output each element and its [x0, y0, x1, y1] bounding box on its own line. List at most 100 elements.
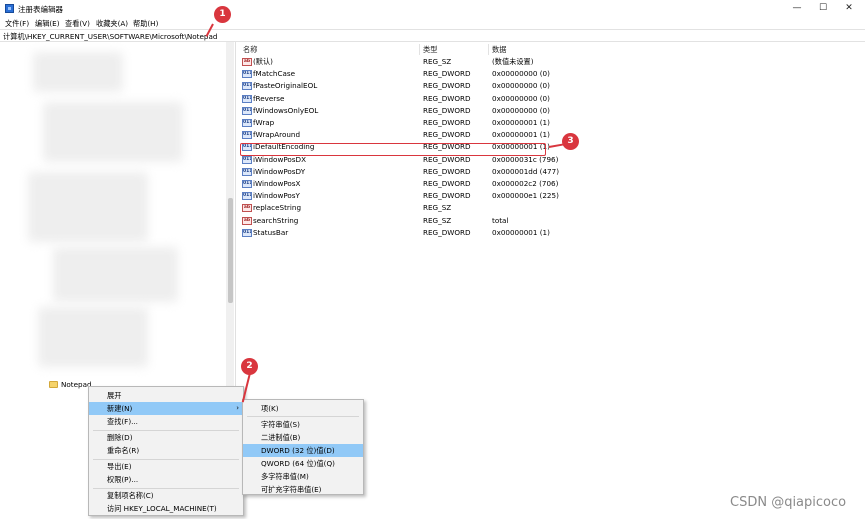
dword-value-icon: 011: [242, 131, 252, 140]
value-data: 0x000001dd (477): [492, 166, 560, 176]
table-row[interactable]: ab searchString REG_SZ total: [239, 215, 659, 227]
watermark: CSDN @qiapicoco: [730, 495, 847, 510]
ctx-permissions[interactable]: 权限(P)...: [89, 473, 243, 486]
ctx-copy-key-name[interactable]: 复制项名称(C): [89, 489, 243, 502]
value-data: 0x000000e1 (225): [492, 191, 559, 201]
column-header-data[interactable]: 数据: [492, 45, 506, 55]
blurred-region: [33, 52, 123, 92]
value-type: REG_DWORD: [423, 81, 471, 91]
dword-value-icon: 011: [242, 70, 252, 79]
column-header-type[interactable]: 类型: [423, 45, 437, 55]
menu-favorites[interactable]: 收藏夹(A): [96, 19, 128, 29]
table-row[interactable]: 011 iWindowPosX REG_DWORD 0x000002c2 (706): [239, 178, 659, 190]
value-data: 0x00000001 (1): [492, 130, 550, 140]
value-type: REG_DWORD: [423, 130, 471, 140]
value-type: REG_DWORD: [423, 166, 471, 176]
table-row[interactable]: 011 fWindowsOnlyEOL REG_DWORD 0x00000000 (0…: [239, 105, 659, 117]
value-name: fReverse: [253, 93, 285, 103]
value-name: fMatchCase: [253, 69, 296, 79]
annotation-marker-1: 1: [214, 6, 231, 23]
value-type: REG_DWORD: [423, 191, 471, 201]
folder-icon: [49, 381, 58, 388]
tree-node-label: Notepad: [61, 380, 92, 389]
table-row[interactable]: 011 fWrap REG_DWORD 0x00000001 (1): [239, 117, 659, 129]
highlight-box-idefaultencoding: [240, 143, 546, 156]
menu-file[interactable]: 文件(F): [5, 19, 29, 29]
blurred-region: [28, 172, 148, 242]
window-title: 注册表编辑器: [18, 5, 63, 14]
tree-node-notepad[interactable]: Notepad: [49, 379, 92, 390]
blurred-region: [43, 102, 183, 162]
submenu-string-value[interactable]: 字符串值(S): [243, 418, 363, 431]
title-bar: 注册表编辑器 — ☐ ✕: [0, 0, 865, 17]
value-type: REG_DWORD: [423, 69, 471, 79]
column-divider[interactable]: [488, 44, 489, 55]
submenu-qword-value[interactable]: QWORD (64 位)值(Q): [243, 457, 363, 470]
chevron-right-icon: ›: [236, 404, 239, 412]
value-data: 0x000002c2 (706): [492, 179, 559, 188]
table-row[interactable]: 011 iWindowPosY REG_DWORD 0x000000e1 (225): [239, 190, 659, 202]
value-data: total: [492, 215, 509, 225]
table-row[interactable]: 011 StatusBar REG_DWORD 0x00000001 (1): [239, 227, 659, 239]
value-type: REG_DWORD: [423, 105, 471, 115]
submenu-key[interactable]: 项(K): [243, 402, 363, 415]
table-row[interactable]: 011 fPasteOriginalEOL REG_DWORD 0x00000000 …: [239, 80, 659, 92]
column-header-name[interactable]: 名称: [243, 45, 257, 55]
ctx-goto-hklm[interactable]: 访问 HKEY_LOCAL_MACHINE(T): [89, 502, 243, 515]
submenu-multi-string-value[interactable]: 多字符串值(M): [243, 470, 363, 483]
ctx-find[interactable]: 查找(F)...: [89, 415, 243, 428]
value-type: REG_DWORD: [423, 118, 471, 127]
address-bar[interactable]: 计算机\HKEY_CURRENT_USER\SOFTWARE\Microsoft…: [0, 29, 865, 42]
minimize-button[interactable]: —: [786, 2, 808, 15]
menu-view[interactable]: 查看(V): [65, 19, 90, 29]
value-name: iWindowPosDY: [253, 166, 306, 176]
menu-bar: 文件(F) 编辑(E) 查看(V) 收藏夹(A) 帮助(H): [0, 17, 865, 29]
close-button[interactable]: ✕: [838, 2, 860, 15]
value-data: 0x00000000 (0): [492, 105, 550, 115]
menu-help[interactable]: 帮助(H): [133, 19, 158, 29]
annotation-marker-3: 3: [562, 133, 579, 150]
dword-value-icon: 011: [242, 167, 252, 176]
ctx-new[interactable]: 新建(N) ›: [89, 402, 243, 415]
table-row[interactable]: 011 iWindowPosDY REG_DWORD 0x000001dd (477): [239, 166, 659, 178]
submenu-dword-value[interactable]: DWORD (32 位)值(D): [243, 444, 363, 457]
menu-divider: [247, 416, 359, 417]
value-data: (数值未设置): [492, 57, 534, 66]
value-name: fWrapAround: [253, 130, 301, 140]
value-type: REG_DWORD: [423, 179, 471, 188]
regedit-icon: [5, 4, 14, 13]
table-row[interactable]: 011 fReverse REG_DWORD 0x00000000 (0): [239, 93, 659, 105]
dword-value-icon: 011: [242, 180, 252, 188]
submenu-expandable-string-value[interactable]: 可扩充字符串值(E): [243, 483, 363, 496]
ctx-export[interactable]: 导出(E): [89, 460, 243, 473]
tree-scroll-thumb[interactable]: [228, 198, 233, 303]
dword-value-icon: 011: [242, 155, 252, 164]
annotation-marker-2: 2: [241, 358, 258, 375]
submenu-binary-value[interactable]: 二进制值(B): [243, 431, 363, 444]
maximize-button[interactable]: ☐: [812, 2, 834, 15]
dword-value-icon: 011: [242, 119, 252, 127]
value-data: 0x00000001 (1): [492, 118, 550, 127]
value-type: REG_SZ: [423, 215, 452, 225]
string-value-icon: ab: [242, 216, 252, 225]
address-path[interactable]: 计算机\HKEY_CURRENT_USER\SOFTWARE\Microsoft…: [3, 32, 217, 42]
dword-value-icon: 011: [242, 192, 252, 201]
value-name: replaceString: [253, 203, 302, 213]
ctx-delete[interactable]: 删除(D): [89, 431, 243, 444]
menu-edit[interactable]: 编辑(E): [35, 19, 60, 29]
value-type: REG_SZ: [423, 203, 452, 213]
table-row[interactable]: 011 fMatchCase REG_DWORD 0x00000000 (0): [239, 68, 659, 80]
table-row[interactable]: ab replaceString REG_SZ: [239, 202, 659, 214]
column-divider[interactable]: [419, 44, 420, 55]
value-name: iWindowPosY: [253, 191, 300, 201]
new-submenu: 项(K) 字符串值(S) 二进制值(B) DWORD (32 位)值(D) QW…: [242, 399, 364, 495]
dword-value-icon: 011: [242, 94, 252, 103]
table-row[interactable]: 011 fWrapAround REG_DWORD 0x00000001 (1): [239, 129, 659, 141]
dword-value-icon: 011: [242, 228, 252, 237]
value-name: searchString: [253, 215, 299, 225]
table-row[interactable]: ab (默认) REG_SZ (数值未设置): [239, 56, 659, 68]
ctx-rename[interactable]: 重命名(R): [89, 444, 243, 457]
dword-value-icon: 011: [242, 106, 252, 115]
ctx-expand[interactable]: 展开: [89, 389, 243, 402]
string-value-icon: ab: [242, 204, 252, 213]
